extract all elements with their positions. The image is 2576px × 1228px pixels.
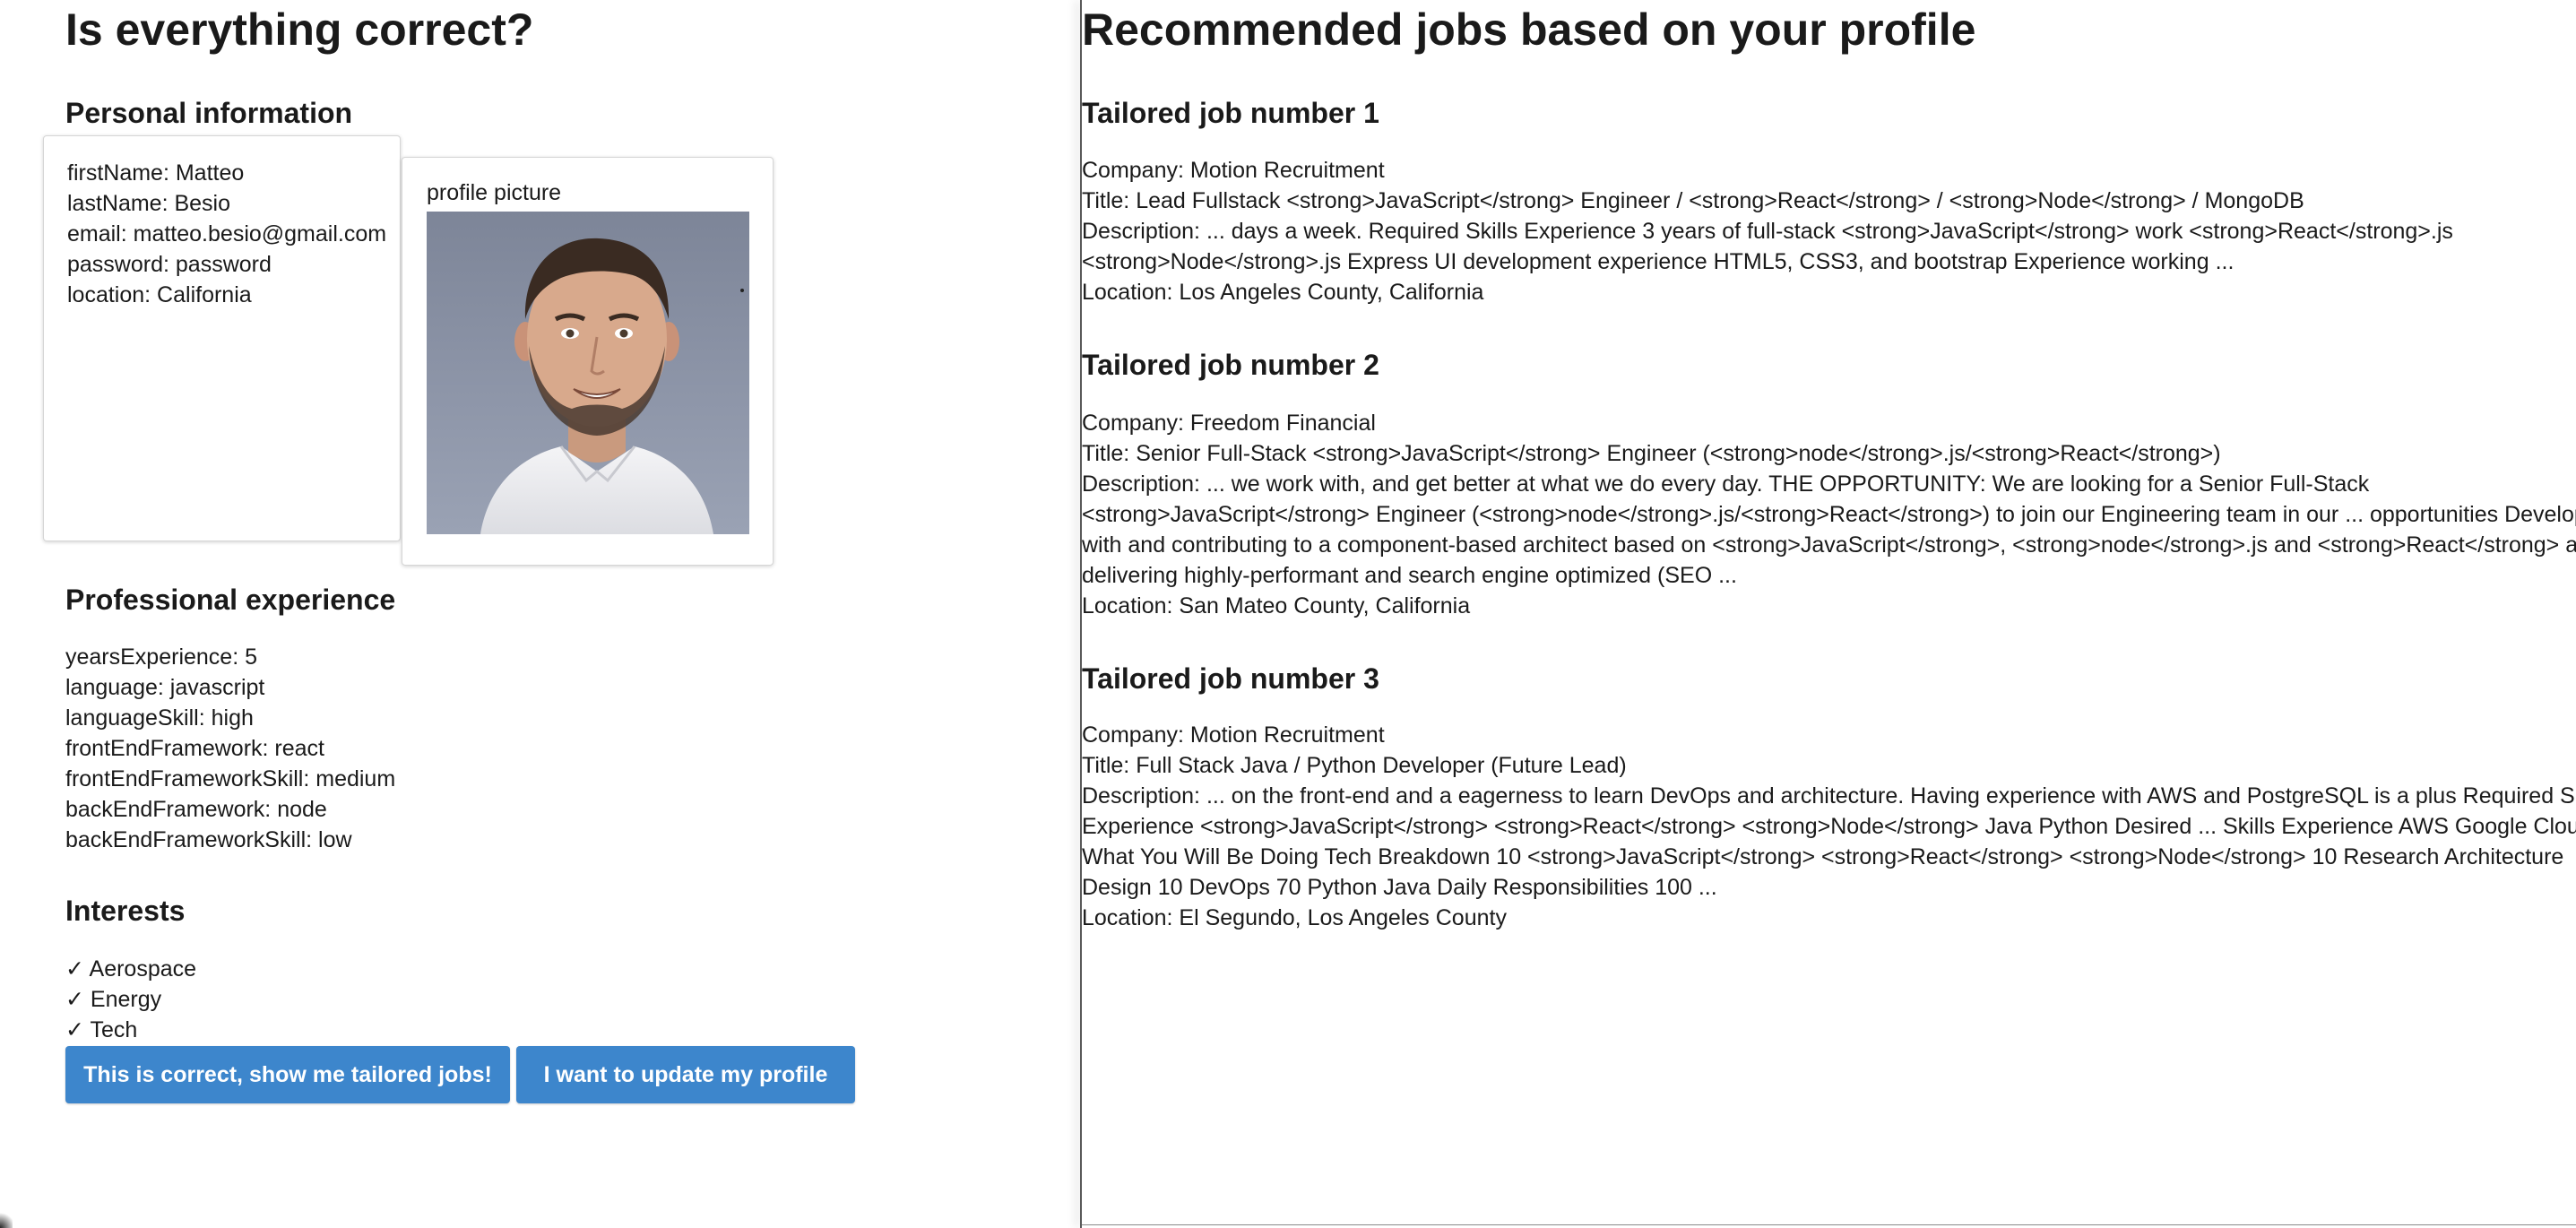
email-field: email: matteo.besio@gmail.com [67,221,387,246]
personal-info-list: firstName: Matteo lastName: Besio email:… [67,158,386,310]
interests-heading: Interests [65,895,186,927]
job-description-line: What You Will Be Doing Tech Breakdown 10… [1082,844,2564,869]
interest-item: ✓ Energy [65,987,162,1012]
last-name-field: lastName: Besio [67,191,231,216]
job-description-line: Experience <strong>JavaScript</strong> <… [1082,814,2576,839]
job-description-line: Description: ... we work with, and get b… [1082,471,2370,497]
recommended-jobs-panel: Recommended jobs based on your profile T… [1082,0,2576,1228]
interests-list: ✓ Aerospace ✓ Energy ✓ Tech [65,954,196,1045]
job-description-line: Design 10 DevOps 70 Python Java Daily Re… [1082,875,1717,900]
password-field: password: password [67,252,272,277]
job-description-line: Description: ... on the front-end and a … [1082,783,2576,809]
job-title: Title: Full Stack Java / Python Develope… [1082,753,1627,778]
job-heading: Tailored job number 3 [1082,662,1379,695]
job-card: Company: Motion Recruitment Title: Lead … [1082,155,2453,307]
page-title: Is everything correct? [65,4,534,55]
job-location: Location: San Mateo County, California [1082,593,1471,618]
interest-item: ✓ Aerospace [65,956,197,982]
backend-framework-skill-field: backEndFrameworkSkill: low [65,827,352,852]
professional-experience-heading: Professional experience [65,584,396,616]
update-profile-button[interactable]: I want to update my profile [516,1046,855,1103]
confirm-show-jobs-button[interactable]: This is correct, show me tailored jobs! [65,1046,510,1103]
personal-info-card: firstName: Matteo lastName: Besio email:… [43,135,401,541]
job-card: Company: Motion Recruitment Title: Full … [1082,720,2576,933]
frontend-framework-field: frontEndFramework: react [65,736,324,761]
language-skill-field: languageSkill: high [65,705,254,731]
job-heading: Tailored job number 2 [1082,349,1379,381]
first-name-field: firstName: Matteo [67,160,245,186]
job-description-line: <strong>JavaScript</strong> Engineer (<s… [1082,502,2576,527]
personal-info-heading: Personal information [65,97,353,129]
job-company: Company: Motion Recruitment [1082,722,1385,748]
job-description-line: Description: ... days a week. Required S… [1082,219,2453,244]
job-company: Company: Motion Recruitment [1082,158,1385,183]
interest-item: ✓ Tech [65,1017,138,1042]
job-description-line: with and contributing to a component-bas… [1082,532,2576,558]
job-card: Company: Freedom Financial Title: Senior… [1082,408,2576,621]
window-bottom-edge [1082,1224,2576,1225]
job-title: Title: Senior Full-Stack <strong>JavaScr… [1082,441,2221,466]
profile-picture-label: profile picture [427,180,562,205]
job-location: Location: Los Angeles County, California [1082,280,1484,305]
job-description-line: <strong>Node</strong>.js Express UI deve… [1082,249,2235,274]
location-field: location: California [67,282,252,307]
job-location: Location: El Segundo, Los Angeles County [1082,905,1507,930]
backend-framework-field: backEndFramework: node [65,797,327,822]
job-heading: Tailored job number 1 [1082,97,1379,129]
job-title: Title: Lead Fullstack <strong>JavaScript… [1082,188,2304,213]
frontend-framework-skill-field: frontEndFrameworkSkill: medium [65,766,396,791]
profile-review-panel: Is everything correct? Personal informat… [0,0,1080,1228]
job-description-line: delivering highly-performant and search … [1082,563,1737,588]
language-field: language: javascript [65,675,265,700]
professional-experience-list: yearsExperience: 5 language: javascript … [65,642,395,855]
corner-shadow [0,1212,13,1228]
profile-photo-illustration [480,238,744,534]
jobs-title: Recommended jobs based on your profile [1082,4,1976,55]
years-experience-field: yearsExperience: 5 [65,644,258,670]
job-company: Company: Freedom Financial [1082,411,1376,436]
profile-picture [427,212,749,534]
